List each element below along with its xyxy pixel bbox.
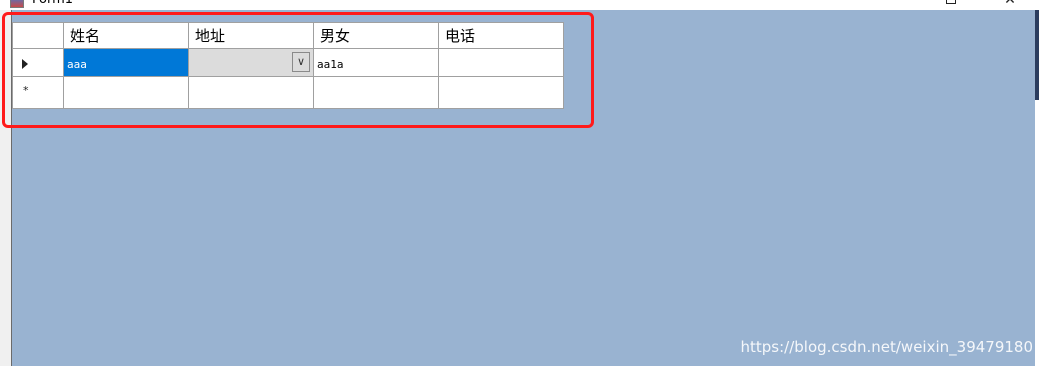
row-header[interactable] [12, 48, 64, 77]
cell-name[interactable]: aaa [63, 48, 189, 77]
grid-header-row: 姓名 地址 男女 电话 [12, 22, 564, 49]
grid-corner-header[interactable] [12, 22, 64, 49]
column-header-gender[interactable]: 男女 [313, 22, 439, 49]
window-left-frame [0, 10, 12, 366]
cell-gender[interactable]: aa1a [313, 48, 439, 77]
table-row: * [12, 76, 564, 109]
cell-phone[interactable] [438, 76, 564, 109]
cell-name[interactable] [63, 76, 189, 109]
app-icon [10, 0, 24, 8]
data-grid-view: 姓名 地址 男女 电话 aaa ∨ aa1a * [12, 22, 564, 109]
title-bar: Form1 ✕ [0, 0, 1043, 10]
column-header-phone[interactable]: 电话 [438, 22, 564, 49]
new-row-icon: * [23, 84, 29, 97]
cell-phone[interactable] [438, 48, 564, 77]
current-row-pointer-icon [22, 59, 28, 69]
maximize-icon[interactable] [946, 0, 956, 4]
column-header-address[interactable]: 地址 [188, 22, 314, 49]
watermark-text: https://blog.csdn.net/weixin_39479180 [740, 338, 1033, 356]
cell-address[interactable] [188, 76, 314, 109]
column-header-name[interactable]: 姓名 [63, 22, 189, 49]
window-right-edge [1035, 10, 1043, 366]
window-title: Form1 [32, 0, 73, 8]
row-header-new[interactable]: * [12, 76, 64, 109]
close-icon[interactable]: ✕ [1000, 0, 1020, 8]
chevron-down-icon[interactable]: ∨ [292, 52, 310, 72]
table-row: aaa ∨ aa1a [12, 48, 564, 77]
cell-address-combobox[interactable]: ∨ [188, 48, 314, 77]
cell-gender[interactable] [313, 76, 439, 109]
